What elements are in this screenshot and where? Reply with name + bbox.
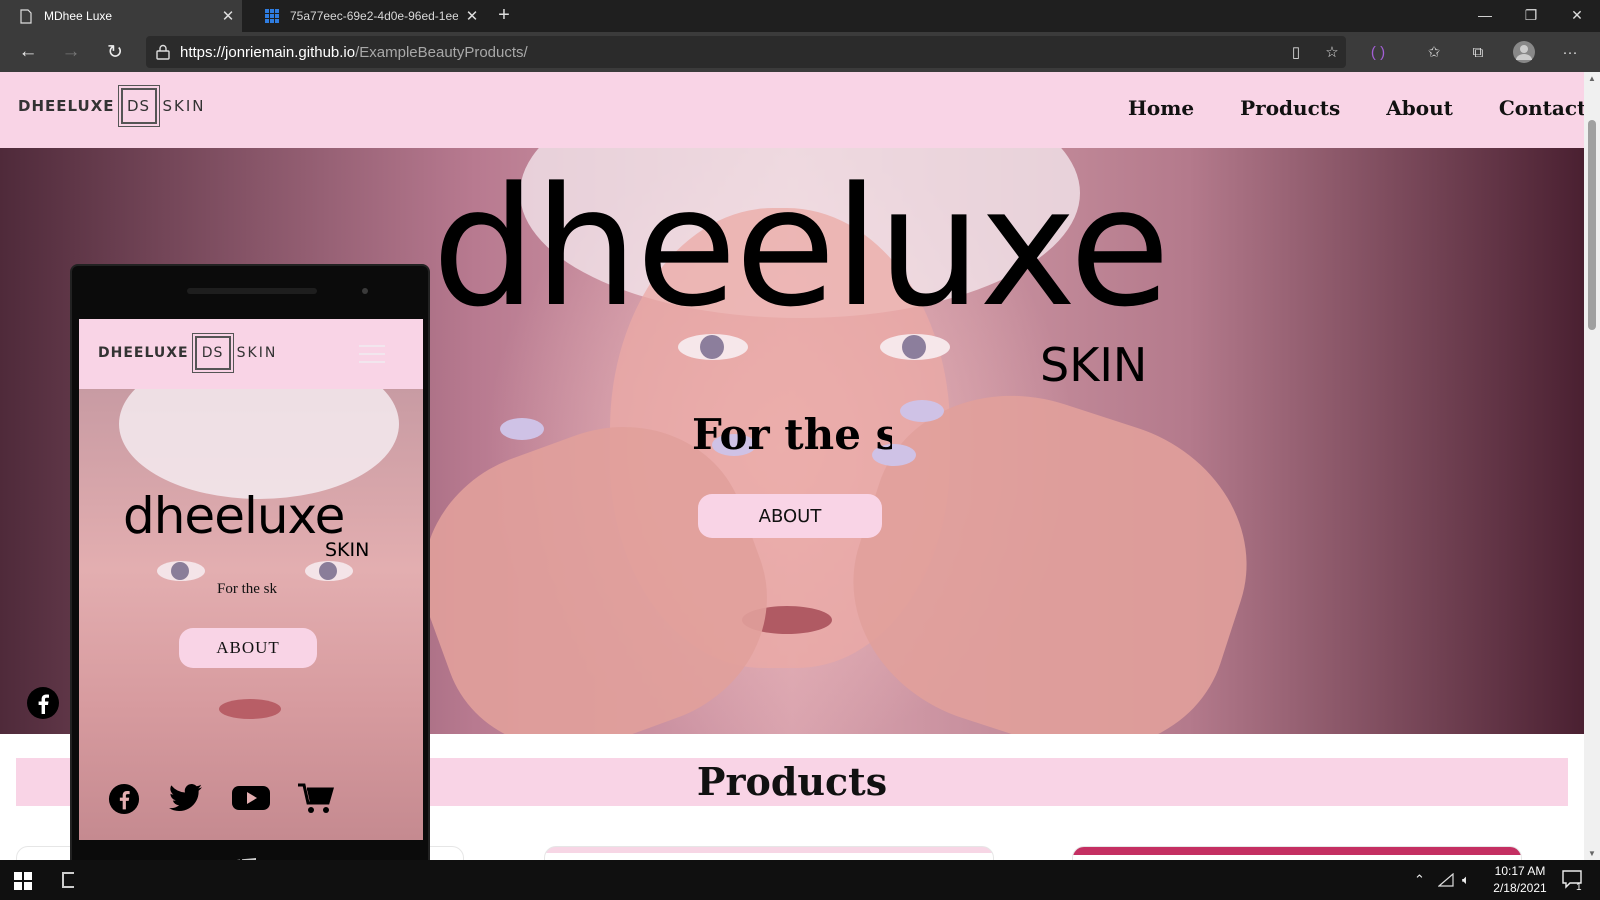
nail <box>500 418 544 440</box>
logo-box: DS <box>117 85 160 127</box>
product-card[interactable] <box>544 846 994 860</box>
phone-speaker <box>187 288 317 294</box>
mobile-hero: dheeluxe SKIN For the sk ABOUT <box>79 389 423 840</box>
right-iris <box>319 562 337 580</box>
mobile-hero-title: dheeluxe <box>123 487 345 545</box>
system-clock[interactable]: 10:17 AM 2/18/2021 <box>1480 863 1560 897</box>
lock-icon <box>156 44 170 60</box>
main-nav: Home Products About Contacts <box>1128 96 1584 120</box>
minimize-icon[interactable]: — <box>1462 0 1508 30</box>
network-icon[interactable] <box>1438 860 1454 900</box>
logo-left-text: DHEELUXE <box>98 345 189 361</box>
favorites-icon[interactable]: ✩ <box>1422 40 1446 64</box>
collections-icon[interactable]: ⧉ <box>1466 40 1490 64</box>
mouth-shape <box>219 699 281 719</box>
site-header: DHEELUXE DS SKIN Home Products About Con… <box>0 72 1584 148</box>
volume-icon[interactable]: 🔈︎ <box>1462 860 1470 900</box>
nav-contacts[interactable]: Contacts <box>1499 96 1584 120</box>
close-tab-icon[interactable]: ✕ <box>458 7 486 25</box>
nail <box>900 400 944 422</box>
phone-mockup: DHEELUXE DS SKIN dheeluxe SKIN For the s… <box>72 266 428 900</box>
restore-icon[interactable]: ❐ <box>1508 0 1554 30</box>
towel-shape <box>119 389 399 499</box>
scroll-down-arrow[interactable]: ▼ <box>1584 849 1600 858</box>
task-view-icon[interactable] <box>62 872 74 888</box>
mobile-logo[interactable]: DHEELUXE DS SKIN <box>98 333 278 373</box>
hamburger-menu-icon[interactable] <box>359 345 385 363</box>
tab-label: MDhee Luxe <box>44 9 113 23</box>
add-favorite-icon[interactable]: ☆ <box>1320 40 1344 64</box>
refresh-icon[interactable]: ↻ <box>101 38 129 66</box>
notification-count: 1 <box>1576 881 1582 893</box>
forward-icon[interactable]: → <box>57 38 85 66</box>
phone-camera <box>362 288 368 294</box>
nav-home[interactable]: Home <box>1128 96 1194 120</box>
clock-date: 2/18/2021 <box>1493 881 1547 895</box>
close-window-icon[interactable]: ✕ <box>1554 0 1600 30</box>
about-button[interactable]: ABOUT <box>698 494 882 538</box>
logo-right-text: SKIN <box>236 345 278 361</box>
browser-titlebar: MDhee Luxe ✕ 75a77eec-69e2-4d0e-96ed-1ee… <box>0 0 1600 32</box>
extension-icon[interactable]: ( ) <box>1366 40 1390 64</box>
site-logo[interactable]: DHEELUXE DS SKIN <box>18 85 206 127</box>
mobile-hero-tagline: For the sk <box>217 581 277 597</box>
nav-about[interactable]: About <box>1386 96 1453 120</box>
logo-box: DS <box>191 333 234 373</box>
scrollbar-thumb[interactable] <box>1588 120 1596 330</box>
nav-products[interactable]: Products <box>1240 96 1340 120</box>
close-tab-icon[interactable]: ✕ <box>214 7 242 25</box>
twitter-icon[interactable] <box>169 783 205 815</box>
mobile-header: DHEELUXE DS SKIN <box>79 319 423 389</box>
product-card[interactable] <box>1072 846 1522 860</box>
address-toolbar: ← → ↻ https://jonriemain.github.io/Examp… <box>0 32 1600 72</box>
profile-avatar[interactable] <box>1512 40 1536 64</box>
hero-tagline: For the sk <box>692 410 892 459</box>
scroll-up-arrow[interactable]: ▲ <box>1584 74 1600 83</box>
phone-screen: DHEELUXE DS SKIN dheeluxe SKIN For the s… <box>79 319 423 840</box>
address-bar[interactable]: https://jonriemain.github.io/ExampleBeau… <box>146 36 1346 68</box>
url-text: https://jonriemain.github.io/ExampleBeau… <box>180 43 528 61</box>
hero-title: dheeluxe <box>432 152 1170 343</box>
page-scrollbar[interactable]: ▲ ▼ <box>1584 72 1600 860</box>
more-menu-icon[interactable]: ··· <box>1558 40 1582 64</box>
cart-icon[interactable] <box>297 783 334 815</box>
facebook-icon[interactable] <box>107 783 143 815</box>
tab-guid[interactable]: 75a77eec-69e2-4d0e-96ed-1eef ✕ <box>246 0 486 32</box>
facebook-icon[interactable] <box>26 686 60 720</box>
mobile-hero-subtitle: SKIN <box>325 539 370 561</box>
notification-center-icon[interactable]: 1 <box>1562 860 1590 900</box>
new-tab-button[interactable]: + <box>492 4 516 28</box>
windows-taskbar: ⌃ 🔈︎ 10:17 AM 2/18/2021 1 <box>0 860 1600 900</box>
grid-icon <box>264 8 280 24</box>
tab-mdhee-luxe[interactable]: MDhee Luxe ✕ <box>0 0 242 32</box>
logo-right-text: SKIN <box>162 97 206 115</box>
logo-left-text: DHEELUXE <box>18 97 115 115</box>
youtube-icon[interactable] <box>232 783 270 815</box>
mobile-about-button[interactable]: ABOUT <box>179 628 317 668</box>
show-hidden-icons[interactable]: ⌃ <box>1414 860 1425 900</box>
tab-label: 75a77eec-69e2-4d0e-96ed-1eef <box>290 9 458 23</box>
hero-subtitle: SKIN <box>1040 338 1148 392</box>
page-icon <box>18 8 34 24</box>
clock-time: 10:17 AM <box>1494 864 1546 878</box>
back-icon[interactable]: ← <box>14 38 42 66</box>
left-iris <box>171 562 189 580</box>
start-windows-icon[interactable] <box>14 872 32 895</box>
immersive-reader-icon[interactable]: ▯ <box>1284 40 1308 64</box>
